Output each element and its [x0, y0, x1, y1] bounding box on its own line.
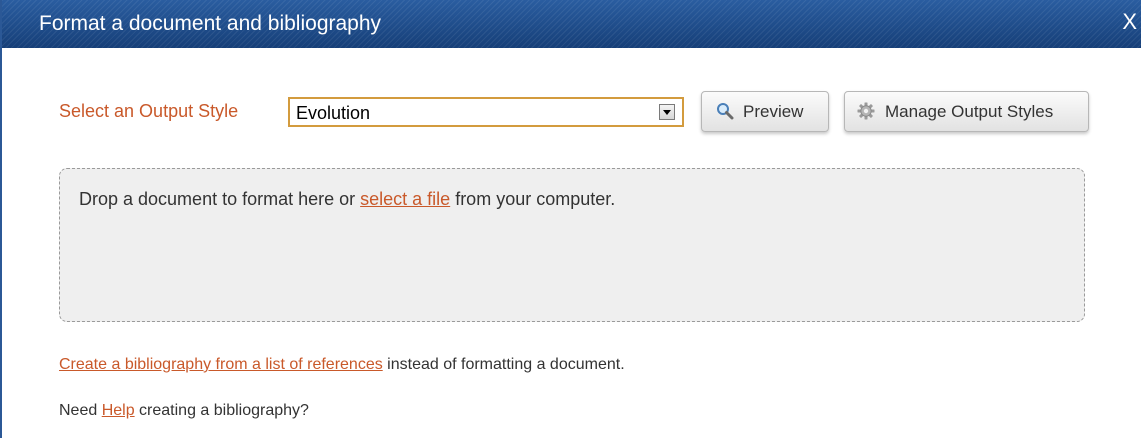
preview-button[interactable]: Preview: [701, 91, 829, 132]
help-link[interactable]: Help: [102, 402, 135, 419]
dropzone-text-after: from your computer.: [450, 189, 616, 209]
select-file-link[interactable]: select a file: [360, 189, 450, 209]
create-bibliography-line: Create a bibliography from a list of ref…: [59, 355, 625, 375]
dropzone-text-before: Drop a document to format here or: [79, 189, 361, 209]
output-style-label: Select an Output Style: [59, 101, 239, 121]
gear-icon: [857, 102, 875, 120]
chevron-down-icon[interactable]: [659, 104, 675, 120]
output-style-select[interactable]: Evolution: [288, 97, 684, 127]
help-text-after: creating a bibliography?: [134, 402, 309, 419]
format-dialog: Format a document and bibliography X Sel…: [0, 0, 1141, 438]
document-dropzone[interactable]: Drop a document to format here or select…: [59, 168, 1085, 322]
help-line: Need Help creating a bibliography?: [59, 401, 309, 421]
create-bibliography-link[interactable]: Create a bibliography from a list of ref…: [59, 356, 383, 373]
manage-output-styles-label: Manage Output Styles: [885, 102, 1054, 121]
dialog-title: Format a document and bibliography: [39, 12, 382, 35]
manage-output-styles-button[interactable]: Manage Output Styles: [844, 91, 1089, 132]
dialog-titlebar: Format a document and bibliography X: [2, 0, 1141, 48]
dropzone-text: Drop a document to format here or select…: [79, 188, 615, 210]
preview-button-label: Preview: [743, 102, 804, 121]
close-button[interactable]: X: [1122, 10, 1137, 34]
help-text-before: Need: [59, 402, 102, 419]
magnifier-icon: [717, 103, 734, 120]
output-style-selected-value: Evolution: [296, 103, 371, 123]
create-bibliography-text: instead of formatting a document.: [382, 356, 625, 373]
